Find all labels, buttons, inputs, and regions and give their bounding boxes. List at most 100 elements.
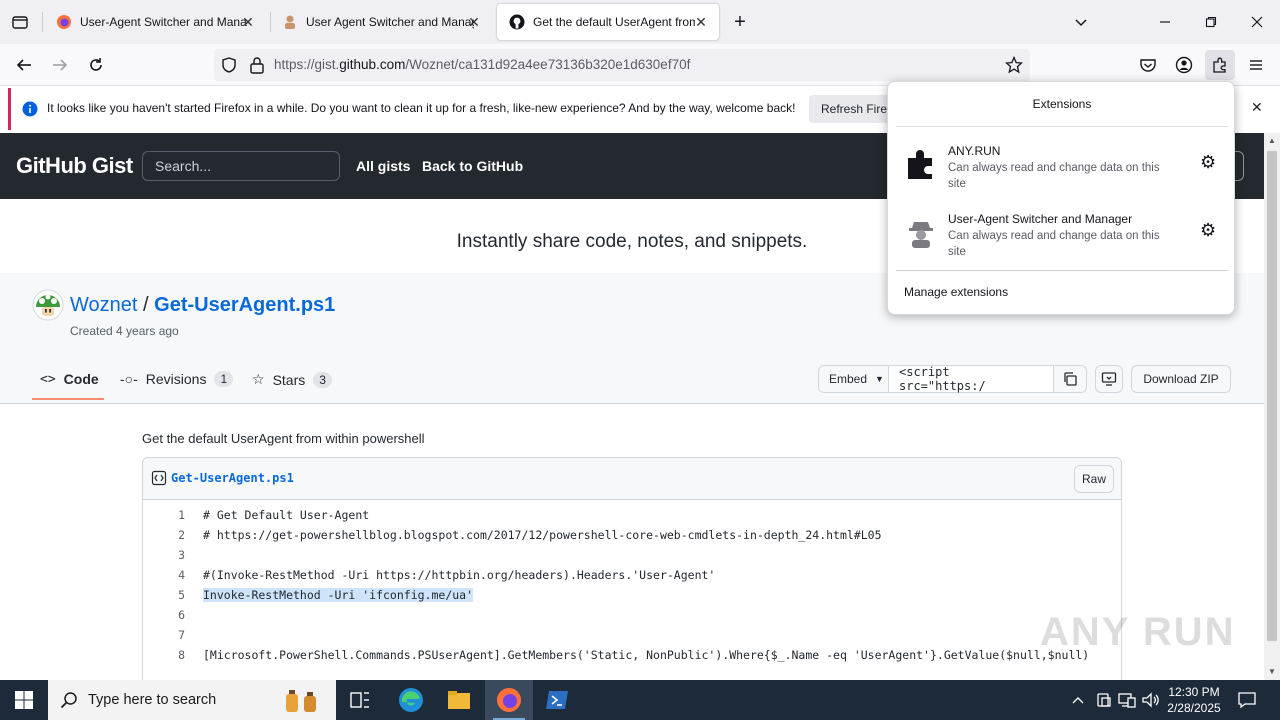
code-line: 7 bbox=[143, 625, 1121, 645]
github-gist-logo[interactable]: GitHub Gist bbox=[16, 153, 133, 179]
back-to-github-link[interactable]: Back to GitHub bbox=[422, 158, 523, 174]
code-line: 1 # Get Default User-Agent bbox=[143, 505, 1121, 525]
volume-icon[interactable] bbox=[1142, 692, 1160, 711]
tab-useragent-switcher-1[interactable]: User-Agent Switcher and Mana ✕ bbox=[44, 0, 266, 44]
manage-extensions-link[interactable]: Manage extensions bbox=[904, 285, 1008, 299]
tab-title: Get the default UserAgent from bbox=[533, 15, 695, 29]
gist-name-link[interactable]: Get-UserAgent.ps1 bbox=[154, 294, 335, 316]
code-text: #(Invoke-RestMethod -Uri https://httpbin… bbox=[203, 568, 716, 582]
close-tab-icon[interactable]: ✕ bbox=[693, 14, 709, 31]
url-text: https://gist.github.com/Woznet/ca131d92a… bbox=[274, 57, 691, 72]
spy-extension-icon bbox=[906, 216, 936, 251]
code-line: 6 bbox=[143, 605, 1121, 625]
file-name-link[interactable]: Get-UserAgent.ps1 bbox=[171, 471, 294, 485]
minimize-icon[interactable] bbox=[1152, 9, 1178, 35]
extensions-panel: Extensions ANY.RUN Can always read and c… bbox=[887, 81, 1235, 315]
file-header: Get-UserAgent.ps1 Raw bbox=[143, 458, 1121, 500]
file-box: Get-UserAgent.ps1 Raw 1 # Get Default Use… bbox=[142, 457, 1122, 717]
commit-icon: -○- bbox=[120, 371, 138, 387]
url-bar[interactable]: https://gist.github.com/Woznet/ca131d92a… bbox=[214, 49, 1030, 81]
lanterns-icon bbox=[280, 686, 324, 719]
scrollbar-thumb[interactable] bbox=[1267, 151, 1277, 641]
revisions-count: 1 bbox=[214, 371, 234, 387]
avatar[interactable] bbox=[32, 289, 64, 324]
file-code-icon bbox=[151, 470, 167, 489]
task-view-icon[interactable] bbox=[336, 680, 384, 720]
line-number[interactable]: 3 bbox=[143, 548, 185, 562]
close-notification-icon[interactable]: ✕ bbox=[1251, 99, 1263, 116]
search-icon bbox=[60, 691, 78, 712]
windows-taskbar: Type here to search 12:30 PM 2/28/2025 bbox=[0, 680, 1280, 720]
tab-revisions[interactable]: -○- Revisions 1 bbox=[120, 371, 234, 387]
download-zip-button[interactable]: Download ZIP bbox=[1131, 365, 1231, 393]
embed-dropdown[interactable]: Embed ▼ bbox=[818, 365, 889, 393]
line-number[interactable]: 7 bbox=[143, 628, 185, 642]
code-text: [Microsoft.PowerShell.Commands.PSUserAge… bbox=[203, 648, 1090, 662]
extensions-puzzle-icon[interactable] bbox=[1205, 50, 1235, 80]
line-number[interactable]: 8 bbox=[143, 648, 185, 662]
restore-icon[interactable] bbox=[1198, 9, 1224, 35]
close-window-icon[interactable] bbox=[1244, 9, 1270, 35]
tab-overview-icon[interactable] bbox=[7, 9, 33, 35]
gist-title: Woznet / Get-UserAgent.ps1 bbox=[70, 294, 336, 316]
app-menu-hamburger-icon[interactable] bbox=[1243, 52, 1269, 78]
copy-icon[interactable] bbox=[1053, 365, 1087, 393]
gist-search-input[interactable]: Search... bbox=[142, 151, 340, 181]
tab-useragent-switcher-2[interactable]: User Agent Switcher and Manag ✕ bbox=[270, 0, 492, 44]
info-icon bbox=[22, 101, 38, 120]
line-number[interactable]: 6 bbox=[143, 608, 185, 622]
code-line: 2 # https://get-powershellblog.blogspot.c… bbox=[143, 525, 1121, 545]
new-tab-icon[interactable]: + bbox=[727, 9, 753, 35]
tracking-protection-shield-icon[interactable] bbox=[220, 56, 238, 77]
close-tab-icon[interactable]: ✕ bbox=[466, 14, 482, 31]
star-icon: ☆ bbox=[252, 371, 265, 387]
taskbar-search-box[interactable]: Type here to search bbox=[48, 680, 336, 720]
gear-icon[interactable]: ⚙ bbox=[1200, 152, 1216, 173]
device-icon[interactable] bbox=[1096, 692, 1112, 711]
tab-get-default-useragent[interactable]: Get the default UserAgent from ✕ bbox=[497, 4, 719, 40]
anyrun-watermark: ANY RUN bbox=[1040, 610, 1236, 654]
show-hidden-icons-chevron-icon[interactable] bbox=[1071, 693, 1085, 710]
active-tab-underline bbox=[32, 398, 104, 400]
lock-icon[interactable] bbox=[249, 56, 265, 77]
network-icon[interactable] bbox=[1118, 692, 1136, 711]
line-number[interactable]: 4 bbox=[143, 568, 185, 582]
back-icon[interactable] bbox=[11, 52, 37, 78]
line-number[interactable]: 2 bbox=[143, 528, 185, 542]
account-icon[interactable] bbox=[1171, 52, 1197, 78]
bookmark-star-icon[interactable] bbox=[1004, 55, 1024, 77]
page-scrollbar[interactable]: ▲ ▼ bbox=[1264, 133, 1280, 680]
windows-start-icon[interactable] bbox=[0, 680, 48, 720]
list-tabs-chevron-icon[interactable] bbox=[1068, 9, 1094, 35]
extension-item-anyrun[interactable]: ANY.RUN Can always read and change data … bbox=[896, 142, 1228, 206]
gist-description: Get the default UserAgent from within po… bbox=[142, 431, 425, 446]
puzzle-icon bbox=[906, 148, 936, 183]
firefox-taskbar-icon[interactable] bbox=[485, 680, 533, 720]
notification-message: It looks like you haven't started Firefo… bbox=[47, 101, 796, 115]
reload-icon[interactable] bbox=[83, 52, 109, 78]
edge-icon[interactable] bbox=[387, 680, 435, 720]
close-tab-icon[interactable]: ✕ bbox=[240, 14, 256, 31]
extension-item-useragent-switcher[interactable]: User-Agent Switcher and Manager Can alwa… bbox=[896, 210, 1228, 274]
embed-code-input[interactable]: <script src="https:/ bbox=[888, 365, 1054, 393]
raw-button[interactable]: Raw bbox=[1074, 465, 1114, 493]
gear-icon[interactable]: ⚙ bbox=[1200, 220, 1216, 241]
open-desktop-icon[interactable] bbox=[1095, 365, 1123, 393]
line-number[interactable]: 5 bbox=[143, 588, 185, 602]
line-number[interactable]: 1 bbox=[143, 508, 185, 522]
tab-code[interactable]: <> Code bbox=[40, 371, 99, 387]
pocket-icon[interactable] bbox=[1135, 52, 1161, 78]
taskbar-clock[interactable]: 12:30 PM 2/28/2025 bbox=[1166, 684, 1222, 716]
file-explorer-icon[interactable] bbox=[435, 680, 483, 720]
powershell-icon[interactable] bbox=[533, 680, 581, 720]
scroll-up-arrow-icon: ▲ bbox=[1268, 136, 1276, 145]
tab-title: User-Agent Switcher and Mana bbox=[80, 15, 247, 29]
github-icon bbox=[509, 14, 525, 30]
stars-count: 3 bbox=[313, 371, 332, 388]
tab-stars[interactable]: ☆ Stars 3 bbox=[252, 371, 332, 388]
owner-link[interactable]: Woznet bbox=[70, 294, 137, 316]
all-gists-link[interactable]: All gists bbox=[356, 158, 410, 174]
created-date: Created 4 years ago bbox=[70, 324, 179, 338]
notifications-icon[interactable] bbox=[1238, 691, 1256, 712]
forward-icon[interactable] bbox=[47, 52, 73, 78]
